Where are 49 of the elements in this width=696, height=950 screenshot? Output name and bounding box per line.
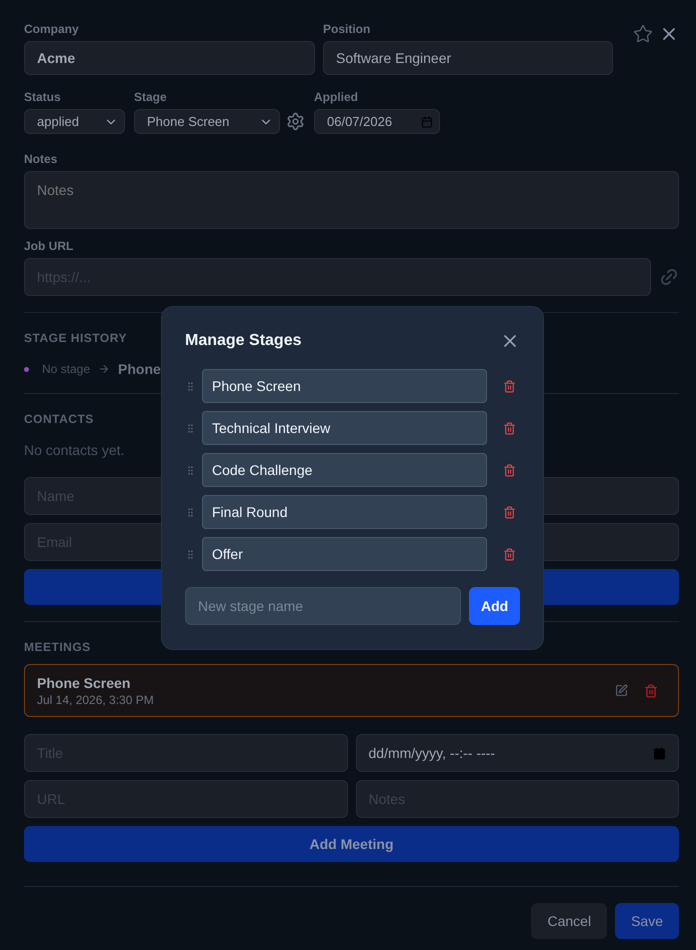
company-field[interactable]: Acme <box>24 41 315 75</box>
cancel-button[interactable]: Cancel <box>531 903 608 939</box>
drag-handle-icon[interactable] <box>185 548 196 560</box>
stage-name-field[interactable]: Code Challenge <box>202 453 487 487</box>
position-field[interactable]: Software Engineer <box>322 41 613 75</box>
trash-icon[interactable] <box>644 684 658 698</box>
field-label: Applied <box>314 90 359 104</box>
meeting-title: Phone Screen <box>37 674 132 690</box>
save-button[interactable]: Save <box>615 903 679 939</box>
stage-name-field[interactable]: Offer <box>202 537 487 571</box>
section-heading: MEETINGS <box>24 640 91 654</box>
trash-icon[interactable] <box>503 548 516 560</box>
field-label: Job URL <box>24 239 74 253</box>
section-heading: CONTACTS <box>24 412 94 426</box>
drag-handle-icon[interactable] <box>185 422 196 434</box>
trash-icon[interactable] <box>503 506 516 518</box>
datetime-field[interactable]: dd/mm/yyyy, --:-- ---- <box>356 734 679 772</box>
trash-icon[interactable] <box>503 464 516 476</box>
meeting-time: Jul 14, 2026, 3:30 PM <box>37 692 154 706</box>
star-icon[interactable] <box>633 24 653 44</box>
stage-name-field[interactable]: Phone Screen <box>202 369 487 403</box>
new-stage-field[interactable]: New stage name <box>185 587 462 625</box>
notes-field[interactable]: Notes <box>24 171 679 229</box>
stage-select[interactable]: Phone Screen <box>134 109 280 134</box>
drag-handle-icon[interactable] <box>185 464 196 476</box>
modal-title: Manage Stages <box>185 332 302 350</box>
empty-text: No contacts yet. <box>24 442 124 458</box>
status-select[interactable]: applied <box>24 109 125 134</box>
trash-icon[interactable] <box>503 380 516 392</box>
date-field[interactable]: 06/07/2026 <box>314 109 440 134</box>
trash-icon[interactable] <box>503 422 516 434</box>
drag-handle-icon[interactable] <box>185 506 196 518</box>
stage-text: No stage <box>42 362 90 376</box>
add-meeting-button[interactable]: Add Meeting <box>24 826 679 862</box>
stage-name-field[interactable]: Final Round <box>202 495 487 529</box>
section-heading: STAGE HISTORY <box>24 331 127 345</box>
stage-dot <box>24 366 29 372</box>
edit-icon[interactable] <box>615 684 628 697</box>
settings-icon[interactable] <box>286 112 305 131</box>
field-label: Company <box>24 22 80 36</box>
stage-text: Phone <box>118 361 161 377</box>
add-button[interactable]: Add <box>469 587 520 625</box>
field-label: Status <box>24 90 62 104</box>
drag-handle-icon[interactable] <box>185 380 196 392</box>
arrow-icon <box>98 363 110 375</box>
field-label: Stage <box>134 90 168 104</box>
field-label: Position <box>322 22 372 36</box>
stage-name-field[interactable]: Technical Interview <box>202 411 487 445</box>
field-label: Notes <box>24 152 58 166</box>
